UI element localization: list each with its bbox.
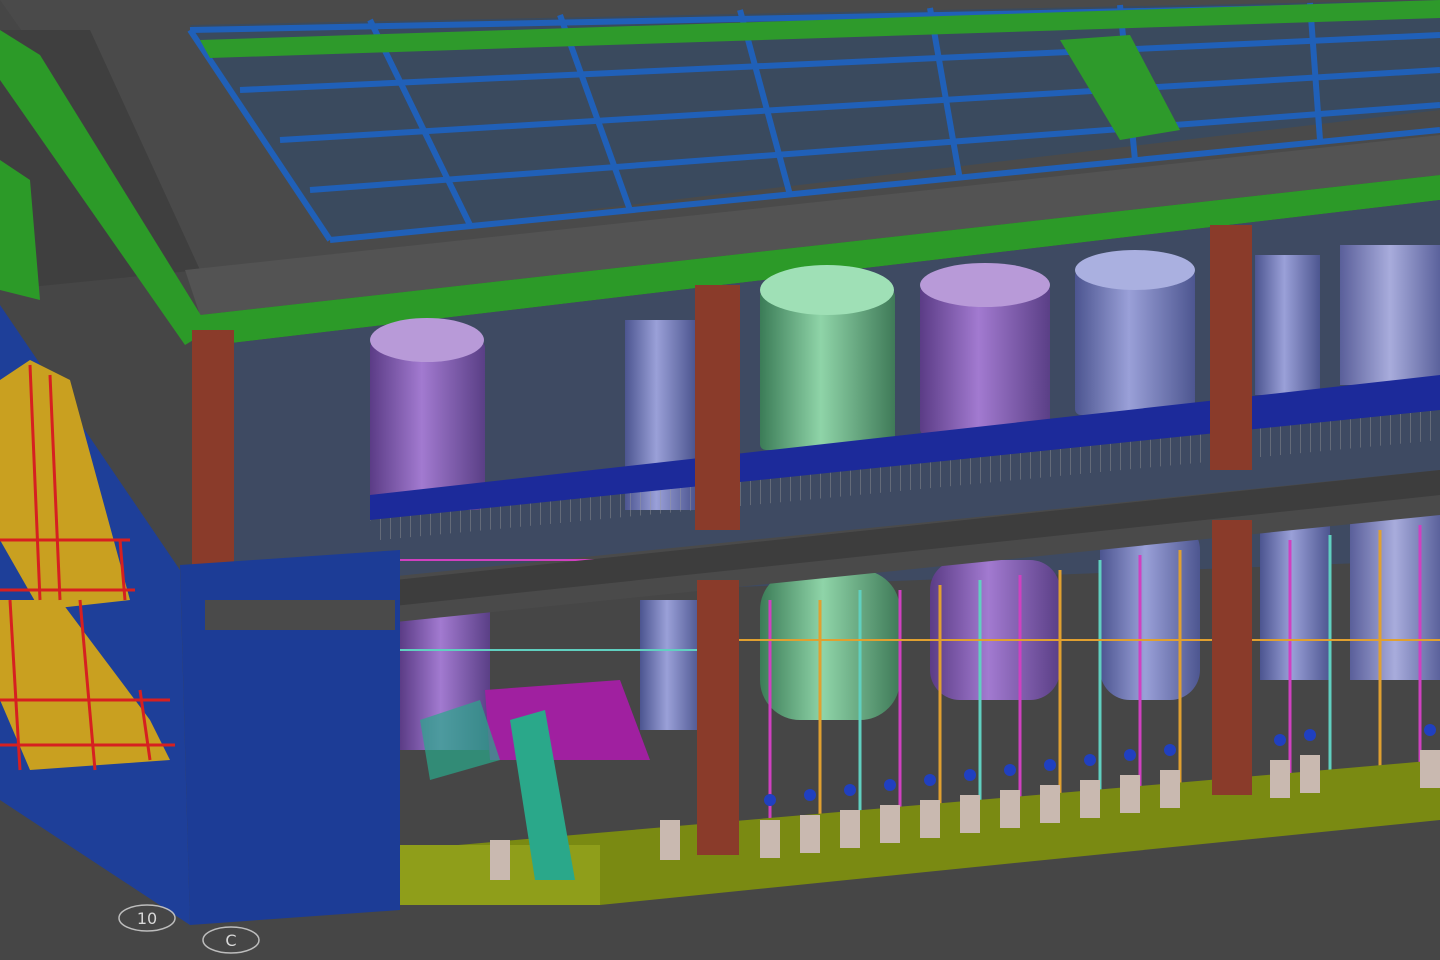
bim-3d-viewport[interactable]: 10 C <box>0 0 1440 960</box>
plant-model-scene[interactable]: 10 C <box>0 0 1440 960</box>
grid-marker-label: 10 <box>137 909 157 928</box>
grid-marker-label: C <box>225 931 236 950</box>
